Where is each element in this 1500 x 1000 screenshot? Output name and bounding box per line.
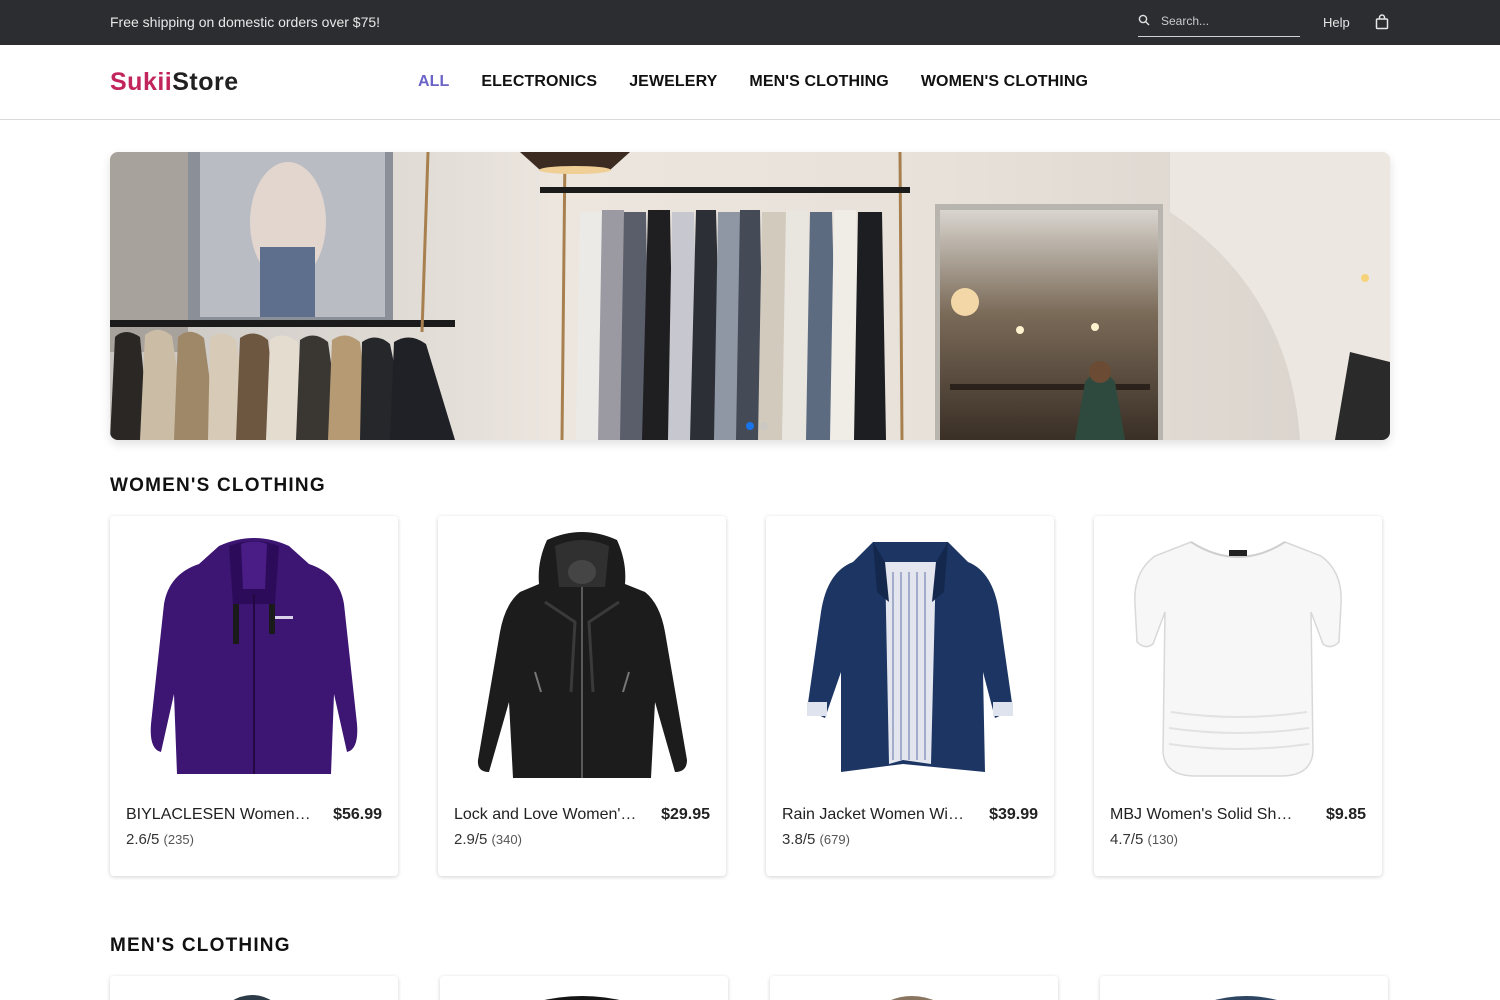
product-card[interactable]: MBJ Women's Solid Short Sleeve Boat Neck… xyxy=(1094,516,1382,876)
logo-part-store: Store xyxy=(172,68,239,96)
product-image-purple-jacket xyxy=(126,530,382,782)
hero-carousel[interactable] xyxy=(110,152,1390,440)
section-title-mens: MEN'S CLOTHING xyxy=(110,935,291,956)
carousel-indicators xyxy=(746,422,768,430)
product-rating: 2.6/5 (235) xyxy=(126,831,194,848)
product-card[interactable] xyxy=(1100,976,1388,1000)
product-image-partial xyxy=(1215,996,1277,1000)
rating-count: (235) xyxy=(163,832,194,847)
product-name: MBJ Women's Solid Short Sleeve Boat Neck… xyxy=(1110,806,1295,823)
shopping-bag-icon[interactable] xyxy=(1375,14,1389,35)
help-link[interactable]: Help xyxy=(1323,15,1350,30)
rating-count: (679) xyxy=(819,832,850,847)
store-logo[interactable]: SukiiStore xyxy=(110,68,239,97)
rating-value: 3.8/5 xyxy=(782,831,816,848)
promo-text: Free shipping on domestic orders over $7… xyxy=(110,14,381,30)
rating-value: 2.9/5 xyxy=(454,831,488,848)
announcement-bar: Free shipping on domestic orders over $7… xyxy=(0,0,1500,45)
product-price: $56.99 xyxy=(333,806,382,823)
product-image-white-top xyxy=(1110,530,1366,782)
search-box[interactable] xyxy=(1138,8,1300,37)
product-card[interactable]: Lock and Love Women's Removable Hooded F… xyxy=(438,516,726,876)
main-header: SukiiStore ALL ELECTRONICS JEWELERY MEN'… xyxy=(0,45,1500,120)
product-image-partial xyxy=(544,996,620,1000)
nav-mens-clothing[interactable]: MEN'S CLOTHING xyxy=(749,73,888,91)
product-rating: 2.9/5 (340) xyxy=(454,831,522,848)
product-image-black-leather-jacket xyxy=(454,530,710,782)
category-nav: ALL ELECTRONICS JEWELERY MEN'S CLOTHING … xyxy=(418,73,1120,91)
rating-value: 4.7/5 xyxy=(1110,831,1144,848)
nav-electronics[interactable]: ELECTRONICS xyxy=(481,73,597,91)
product-card[interactable] xyxy=(440,976,728,1000)
search-input[interactable] xyxy=(1161,11,1296,31)
logo-part-sukii: Sukii xyxy=(110,68,173,96)
product-name: BIYLACLESEN Women's 3-in-1 Snowboard Jac… xyxy=(126,806,311,823)
product-name: Rain Jacket Women Windbreaker Striped Cl… xyxy=(782,806,967,823)
product-image-partial xyxy=(890,996,934,1000)
product-name: Lock and Love Women's Removable Hooded F… xyxy=(454,806,639,823)
product-price: $9.85 xyxy=(1325,806,1366,823)
rating-count: (340) xyxy=(491,832,522,847)
product-card[interactable]: Rain Jacket Women Windbreaker Striped Cl… xyxy=(766,516,1054,876)
nav-all[interactable]: ALL xyxy=(418,73,449,91)
carousel-dot-1[interactable] xyxy=(746,422,754,430)
nav-womens-clothing[interactable]: WOMEN'S CLOTHING xyxy=(921,73,1088,91)
section-title-womens: WOMEN'S CLOTHING xyxy=(110,475,326,496)
product-image-partial xyxy=(233,995,271,1000)
rating-count: (130) xyxy=(1147,832,1178,847)
carousel-dot-2[interactable] xyxy=(760,422,768,430)
product-image-navy-rain-jacket xyxy=(782,530,1038,782)
product-price: $29.95 xyxy=(661,806,710,823)
rating-value: 2.6/5 xyxy=(126,831,160,848)
nav-jewelery[interactable]: JEWELERY xyxy=(629,73,717,91)
product-rating: 4.7/5 (130) xyxy=(1110,831,1178,848)
product-price: $39.99 xyxy=(989,806,1038,823)
product-rating: 3.8/5 (679) xyxy=(782,831,850,848)
store-interior-image xyxy=(110,152,1390,440)
product-card[interactable]: BIYLACLESEN Women's 3-in-1 Snowboard Jac… xyxy=(110,516,398,876)
product-card[interactable] xyxy=(770,976,1058,1000)
search-icon xyxy=(1138,14,1150,26)
product-card[interactable] xyxy=(110,976,398,1000)
